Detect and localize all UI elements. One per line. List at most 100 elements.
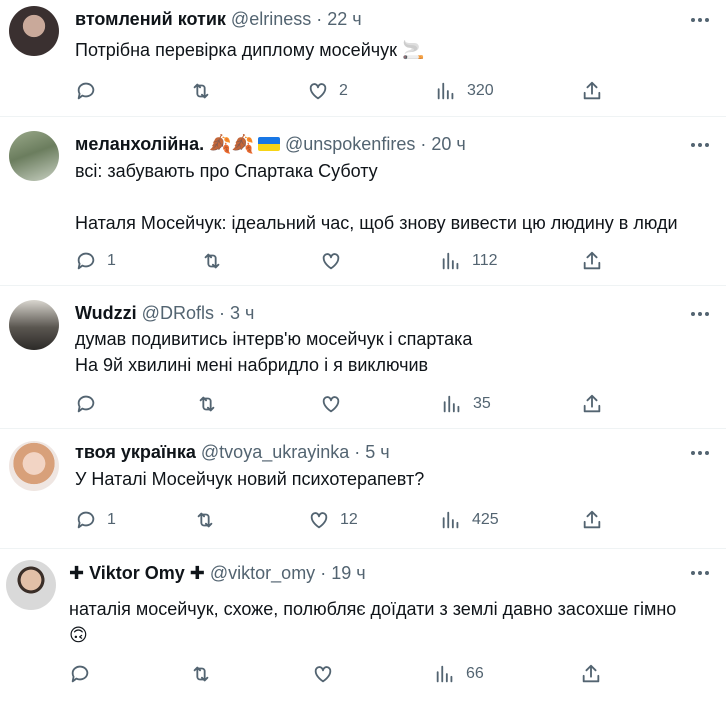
views-button[interactable]: 425 (440, 507, 499, 533)
retweet-icon (193, 83, 209, 99)
views-button[interactable]: 35 (441, 391, 491, 417)
timestamp[interactable]: 3 ч (230, 303, 254, 323)
reply-icon (77, 395, 95, 413)
retweet-button[interactable] (190, 78, 222, 104)
more-icon[interactable] (686, 135, 714, 155)
avatar[interactable] (9, 6, 59, 56)
views-icon (437, 82, 454, 100)
share-icon (582, 664, 600, 683)
reply-button[interactable] (75, 78, 107, 104)
avatar[interactable] (9, 300, 59, 350)
reply-icon (77, 252, 95, 270)
more-icon[interactable] (686, 10, 714, 30)
avatar[interactable] (9, 131, 59, 181)
views-count: 35 (473, 395, 491, 412)
share-icon (583, 251, 601, 270)
retweet-button[interactable] (190, 661, 222, 687)
avatar[interactable] (6, 560, 56, 610)
handle[interactable]: @unspokenfires (285, 134, 415, 154)
views-icon (442, 252, 459, 270)
tweet[interactable]: Wudzzi @DRofls · 3 ч думав подивитись ін… (0, 286, 726, 429)
share-icon (583, 81, 601, 100)
views-button[interactable]: 112 (440, 248, 498, 274)
more-icon[interactable] (686, 443, 714, 463)
more-icon[interactable] (686, 304, 714, 324)
handle[interactable]: @DRofls (142, 303, 214, 323)
display-name[interactable]: втомлений котик (75, 9, 226, 29)
action-bar: 66 (69, 661, 709, 687)
tweet-line: всі: забувають про Спартака Суботу (75, 161, 378, 181)
action-bar: 35 (75, 391, 715, 417)
views-count: 425 (472, 511, 499, 528)
like-icon (309, 83, 327, 100)
reply-button[interactable] (75, 391, 107, 417)
share-icon (583, 510, 601, 529)
views-icon (436, 665, 453, 683)
tweet-line: На 9й хвилині мені набридло і я виключив (75, 355, 429, 375)
separator-dot: · (316, 9, 323, 29)
share-button[interactable] (581, 507, 603, 533)
like-button[interactable] (312, 661, 344, 687)
tweet-text: У Наталі Мосейчук новий психотерапевт? (75, 466, 424, 492)
reply-count: 1 (107, 511, 116, 528)
handle[interactable]: @viktor_omy (210, 563, 315, 583)
views-count: 320 (467, 82, 494, 99)
retweet-button[interactable] (201, 248, 233, 274)
handle[interactable]: @tvoya_ukrayinka (201, 442, 349, 462)
tweet[interactable]: ✚ Viktor Omy ✚ @viktor_omy · 19 ч наталі… (0, 549, 726, 706)
share-button[interactable] (581, 248, 603, 274)
views-button[interactable]: 66 (434, 661, 484, 687)
reply-button[interactable]: 1 (75, 248, 116, 274)
display-name[interactable]: меланхолійна. 🍂🍂 (75, 134, 254, 154)
retweet-button[interactable] (196, 391, 228, 417)
share-button[interactable] (580, 661, 602, 687)
tweet-line: Потрібна перевірка диплому мосейчук 🚬 (75, 40, 425, 60)
tweet-line: Наталя Мосейчук: ідеальний час, щоб знов… (75, 213, 678, 233)
display-name[interactable]: твоя українка (75, 442, 196, 462)
timestamp[interactable]: 20 ч (431, 134, 465, 154)
action-bar: 1 112 (75, 248, 715, 274)
timestamp[interactable]: 22 ч (327, 9, 361, 29)
handle[interactable]: @elriness (231, 9, 311, 29)
retweet-icon (204, 253, 220, 269)
action-bar: 1 12 425 (75, 507, 715, 533)
like-button[interactable] (320, 248, 352, 274)
tweet-line: 🙃 (69, 625, 88, 645)
tweet-line: У Наталі Мосейчук новий психотерапевт? (75, 469, 425, 489)
more-icon[interactable] (686, 563, 714, 583)
display-name[interactable]: ✚ Viktor Omy ✚ (69, 563, 205, 583)
tweet[interactable]: втомлений котик @elriness · 22 ч Потрібн… (0, 0, 726, 117)
tweet-line: думав подивитись інтерв'ю мосейчук і спа… (75, 329, 473, 349)
tweet-header: меланхолійна. 🍂🍂 @unspokenfires · 20 ч (75, 134, 466, 155)
retweet-icon (197, 512, 213, 528)
like-button[interactable]: 12 (308, 507, 358, 533)
tweet-header: Wudzzi @DRofls · 3 ч (75, 303, 254, 324)
display-name[interactable]: Wudzzi (75, 303, 137, 323)
reply-count: 1 (107, 252, 116, 269)
tweet-header: втомлений котик @elriness · 22 ч (75, 9, 362, 30)
ukraine-flag-icon (257, 137, 280, 151)
like-button[interactable] (320, 391, 352, 417)
tweet[interactable]: меланхолійна. 🍂🍂 @unspokenfires · 20 ч в… (0, 117, 726, 286)
share-icon (583, 394, 601, 413)
timestamp[interactable]: 5 ч (365, 442, 389, 462)
like-button[interactable]: 2 (307, 78, 348, 104)
timestamp[interactable]: 19 ч (331, 563, 365, 583)
share-button[interactable] (581, 391, 603, 417)
retweet-button[interactable] (194, 507, 226, 533)
views-button[interactable]: 320 (435, 78, 494, 104)
tweet-header: ✚ Viktor Omy ✚ @viktor_omy · 19 ч (69, 563, 366, 584)
like-icon (322, 396, 340, 413)
tweet[interactable]: твоя українка @tvoya_ukrayinka · 5 ч У Н… (0, 429, 726, 549)
share-button[interactable] (581, 78, 603, 104)
avatar[interactable] (9, 441, 59, 491)
like-icon (322, 253, 340, 270)
tweet-text: Потрібна перевірка диплому мосейчук 🚬 (75, 37, 424, 63)
separator-dot: · (320, 563, 327, 583)
like-count: 12 (340, 511, 358, 528)
views-icon (442, 511, 459, 529)
reply-button[interactable] (69, 661, 101, 687)
separator-dot: · (218, 303, 225, 323)
retweet-icon (193, 666, 209, 682)
reply-button[interactable]: 1 (75, 507, 116, 533)
